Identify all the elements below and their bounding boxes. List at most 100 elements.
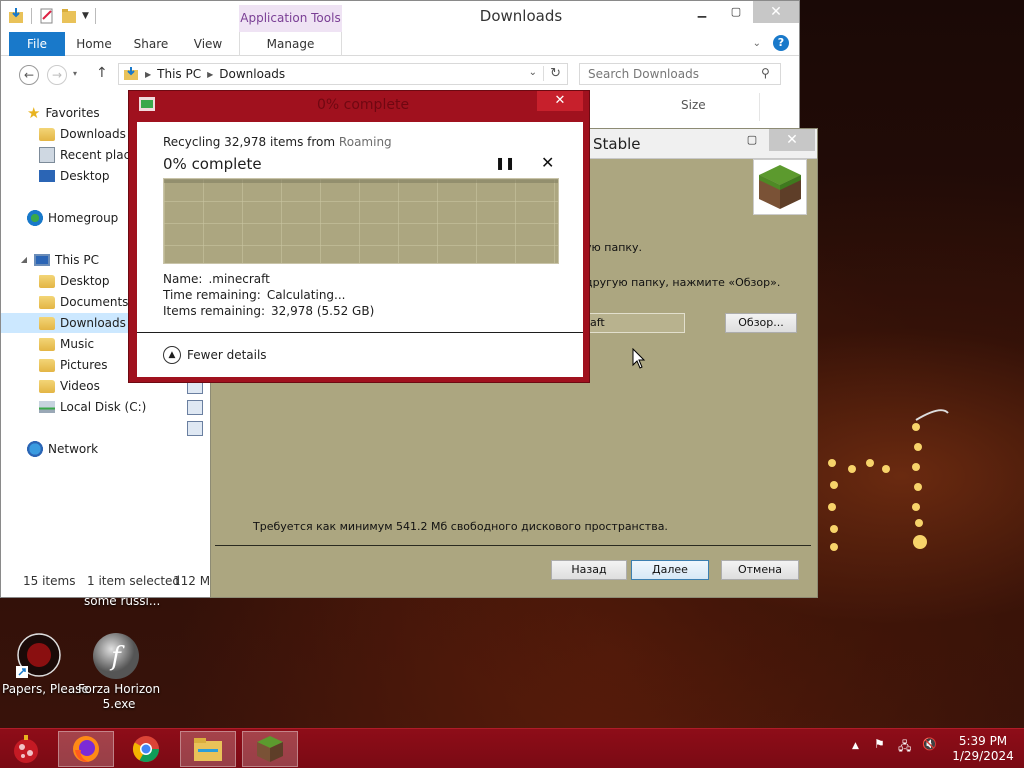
speed-graph (163, 178, 559, 264)
window-controls: ▁ ▢ ✕ (685, 1, 799, 23)
desktop-icon (39, 170, 55, 182)
expand-ribbon-icon[interactable]: ⌄ (753, 38, 761, 49)
pause-icon[interactable]: ❚❚ (495, 156, 515, 170)
tab-share[interactable]: Share (123, 32, 179, 56)
tab-manage[interactable]: Manage (239, 32, 342, 56)
view-icon-3[interactable] (187, 421, 203, 436)
close-icon[interactable]: ✕ (753, 1, 799, 23)
show-hidden-icons[interactable]: ▲ (852, 741, 859, 751)
close-icon[interactable]: ✕ (537, 91, 583, 111)
back-button[interactable]: Назад (551, 560, 627, 580)
chevron-down-icon[interactable]: ◢ (19, 250, 29, 270)
column-header-size[interactable]: Size (681, 98, 706, 112)
search-icon[interactable]: ⚲ (761, 66, 793, 80)
start-orb-icon (14, 735, 38, 763)
qat-dropdown-icon[interactable]: ▼ (82, 11, 89, 21)
sidebar-item-this-pc[interactable]: ◢ This PC (19, 250, 99, 270)
breadcrumb-this-pc[interactable]: This PC (157, 67, 201, 81)
taskbar-minecraft-installer[interactable] (242, 731, 298, 767)
sidebar-item-music[interactable]: Music (39, 334, 94, 354)
view-icon-2[interactable] (187, 400, 203, 415)
clock[interactable]: 5:39 PM 1/29/2024 (948, 734, 1018, 764)
qat-separator (31, 8, 32, 24)
recent-places-icon (39, 147, 55, 163)
network-tray-icon[interactable]: 🖧 (898, 737, 911, 758)
fewer-details-button[interactable]: ▲ Fewer details (163, 346, 267, 364)
browse-button[interactable]: Обзор... (725, 313, 797, 333)
status-item-count: 15 items (23, 574, 76, 588)
taskbar-firefox[interactable] (58, 731, 114, 767)
detail-row-items: Items remaining: 32,978 (5.52 GB) (163, 303, 374, 319)
file-explorer-icon (194, 738, 222, 761)
breadcrumb-downloads[interactable]: Downloads (219, 67, 285, 81)
help-icon[interactable]: ? (773, 35, 789, 51)
sidebar-item-label: Videos (60, 379, 100, 393)
tab-home[interactable]: Home (67, 32, 121, 56)
taskbar-chrome[interactable] (118, 731, 174, 767)
dialog-titlebar[interactable]: 0% complete ✕ (129, 91, 589, 119)
forza-label[interactable]: Forza Horizon 5.exe (78, 682, 160, 712)
next-button[interactable]: Далее (631, 560, 709, 580)
refresh-icon[interactable]: ↻ (543, 66, 561, 81)
time-value: Calculating... (266, 288, 346, 302)
dialog-body: Recycling 32,978 items from Roaming 0% c… (137, 122, 583, 377)
sidebar-item-local-disk[interactable]: Local Disk (C:) (39, 397, 146, 417)
install-path-input[interactable]: aft (585, 313, 685, 333)
back-icon[interactable]: ← (19, 65, 39, 85)
explorer-titlebar[interactable]: ▼ Application Tools Downloads ▁ ▢ ✕ (1, 1, 799, 32)
sidebar-item-label: Favorites (45, 106, 100, 120)
time-label: Time remaining: (163, 288, 261, 302)
search-input[interactable]: Search Downloads (579, 63, 781, 85)
chevron-down-icon[interactable]: ⌄ (529, 67, 537, 78)
downloads-folder-icon (124, 67, 138, 80)
sidebar-item-desktop[interactable]: Desktop (39, 271, 110, 291)
action-center-flag-icon[interactable]: ⚑ (874, 737, 885, 751)
address-input[interactable]: ▶ This PC ▶ Downloads ⌄ ↻ (118, 63, 568, 85)
browse-instruction-text: другую папку, нажмите «Обзор». (585, 276, 781, 289)
minecraft-icon (257, 736, 283, 762)
dialog-divider (137, 332, 583, 333)
cancel-icon[interactable]: ✕ (541, 153, 554, 172)
maximize-icon[interactable]: ▢ (719, 1, 753, 23)
up-icon[interactable]: ↑ (96, 65, 108, 81)
status-selection: 1 item selected (87, 574, 181, 588)
forward-icon[interactable]: → (47, 65, 67, 85)
installer-title: Stable (593, 135, 641, 153)
close-icon[interactable]: ✕ (769, 129, 815, 151)
chrome-icon (132, 736, 160, 763)
sidebar-item-network[interactable]: Network (27, 439, 98, 459)
flash-player-icon[interactable]: f (92, 632, 140, 683)
cancel-button[interactable]: Отмена (721, 560, 799, 580)
volume-muted-icon[interactable]: 🔇 (922, 737, 937, 751)
recycle-progress-dialog[interactable]: 0% complete ✕ Recycling 32,978 items fro… (128, 90, 590, 383)
sidebar-item-favorites[interactable]: ★ Favorites (27, 103, 100, 123)
sidebar-item-homegroup[interactable]: Homegroup (27, 208, 118, 228)
clock-date: 1/29/2024 (952, 749, 1014, 763)
new-folder-icon[interactable] (60, 7, 78, 25)
sidebar-item-fav-downloads[interactable]: Downloads (39, 124, 126, 144)
source-folder-link[interactable]: Roaming (339, 135, 392, 149)
decorative-lights (816, 405, 966, 565)
taskbar-file-explorer[interactable] (180, 731, 236, 767)
folder-icon (39, 127, 55, 141)
papers-please-label[interactable]: Papers, Please (2, 682, 89, 696)
papers-please-icon[interactable] (16, 632, 62, 681)
minimize-icon[interactable]: ▁ (685, 1, 719, 23)
tab-view[interactable]: View (181, 32, 235, 56)
sidebar-item-fav-desktop[interactable]: Desktop (39, 166, 110, 186)
detail-row-name: Name: .minecraft (163, 271, 374, 287)
start-button[interactable] (2, 731, 50, 767)
items-label: Items remaining: (163, 304, 266, 318)
sidebar-item-documents[interactable]: Documents (39, 292, 128, 312)
sidebar-item-pictures[interactable]: Pictures (39, 355, 108, 375)
chevron-right-icon: ▶ (145, 69, 152, 79)
computer-icon (34, 254, 50, 266)
tab-file[interactable]: File (9, 32, 65, 56)
maximize-icon[interactable]: ▢ (735, 129, 769, 151)
folder-down-icon[interactable] (7, 7, 25, 25)
clock-time: 5:39 PM (958, 734, 1008, 748)
properties-icon[interactable] (38, 7, 56, 25)
sidebar-item-videos[interactable]: Videos (39, 376, 100, 396)
mouse-cursor-icon (632, 348, 646, 369)
recent-locations-icon[interactable]: ▾ (73, 69, 77, 78)
